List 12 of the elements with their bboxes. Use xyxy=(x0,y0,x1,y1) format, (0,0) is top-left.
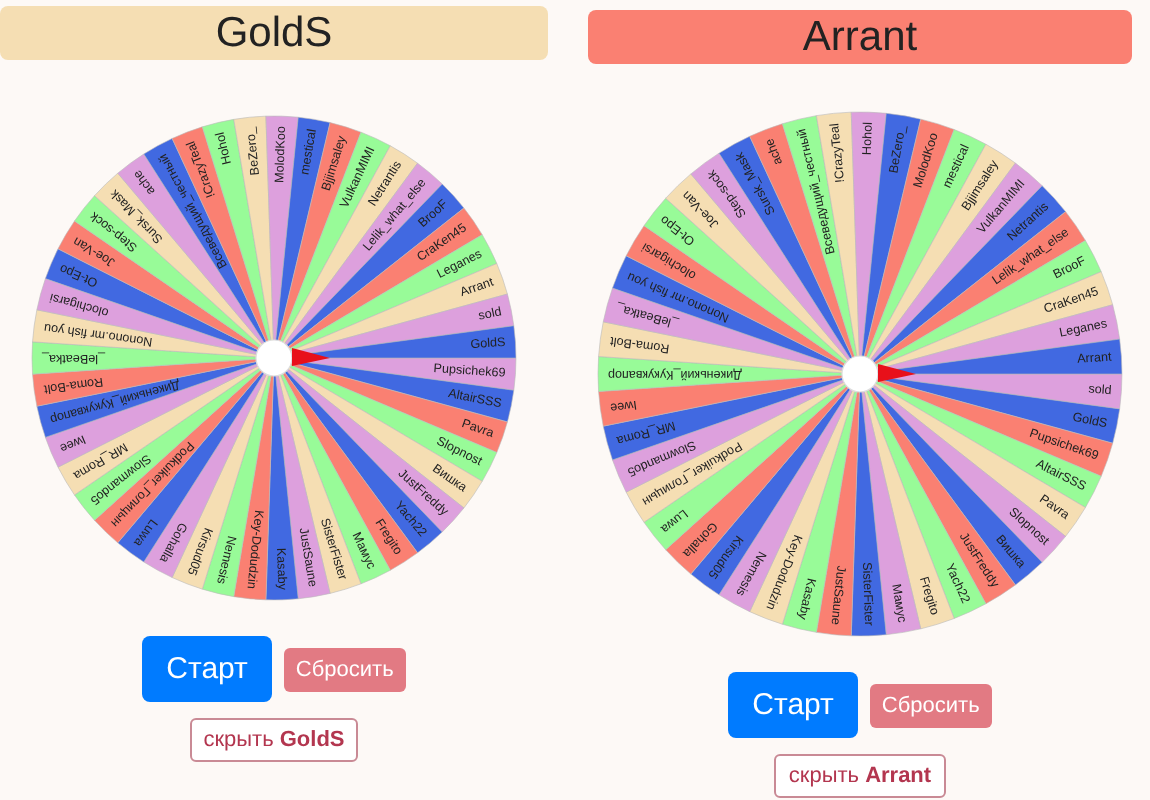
reset-button[interactable]: Сбросить xyxy=(283,647,406,691)
wheel-title: GoldS xyxy=(0,6,548,60)
wheel-title: Arrant xyxy=(588,10,1132,64)
hide-button[interactable]: скрыть Arrant xyxy=(774,754,946,798)
pointer-marker xyxy=(878,364,916,382)
wheel-hub xyxy=(841,355,879,393)
start-button[interactable]: Старт xyxy=(728,672,858,738)
wheel-hub xyxy=(255,339,293,377)
start-button[interactable]: Старт xyxy=(142,636,272,702)
pointer-marker xyxy=(292,348,330,366)
reset-button[interactable]: Сбросить xyxy=(869,683,992,727)
hide-button[interactable]: скрыть GoldS xyxy=(189,718,359,762)
